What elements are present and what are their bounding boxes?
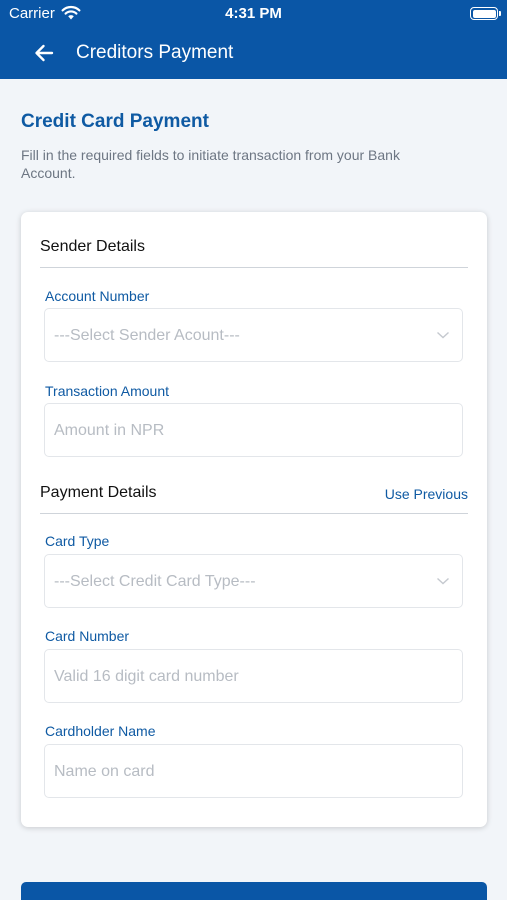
select-placeholder: ---Select Sender Acount--- (54, 327, 240, 344)
page-title: Credit Card Payment (21, 111, 209, 132)
app-header: Carrier 4:31 PM Creditors Payment (0, 0, 507, 79)
status-bar: Carrier 4:31 PM (0, 0, 507, 28)
back-arrow-icon[interactable] (30, 40, 58, 66)
page-header-title: Creditors Payment (76, 42, 234, 63)
section-divider (40, 267, 468, 268)
card-number-label: Card Number (45, 628, 130, 644)
sender-account-select[interactable]: ---Select Sender Acount--- (44, 308, 463, 362)
proceed-button[interactable] (21, 882, 487, 900)
card-type-select[interactable]: ---Select Credit Card Type--- (44, 554, 463, 608)
chevron-down-icon (437, 331, 449, 339)
cardholder-name-input[interactable]: Name on card (44, 744, 463, 798)
transaction-amount-label: Transaction Amount (45, 383, 169, 399)
section-divider (40, 513, 468, 514)
amount-input[interactable]: Amount in NPR (44, 403, 463, 457)
payment-details-title: Payment Details (40, 484, 157, 501)
clock: 4:31 PM (225, 5, 282, 22)
cardholder-name-label: Cardholder Name (45, 723, 156, 739)
card-number-input[interactable]: Valid 16 digit card number (44, 649, 463, 703)
chevron-down-icon (437, 577, 449, 585)
card-type-label: Card Type (45, 533, 110, 549)
input-placeholder: Amount in NPR (54, 422, 165, 439)
input-placeholder: Name on card (54, 763, 155, 780)
battery-icon (470, 7, 501, 20)
page-description: Fill in the required fields to initiate … (21, 147, 400, 181)
account-number-label: Account Number (45, 288, 150, 304)
select-placeholder: ---Select Credit Card Type--- (54, 573, 256, 590)
payment-form-card: Sender Details Account Number ---Select … (21, 212, 487, 827)
sender-details-title: Sender Details (40, 238, 145, 255)
use-previous-link[interactable]: Use Previous (385, 486, 468, 502)
input-placeholder: Valid 16 digit card number (54, 668, 239, 685)
